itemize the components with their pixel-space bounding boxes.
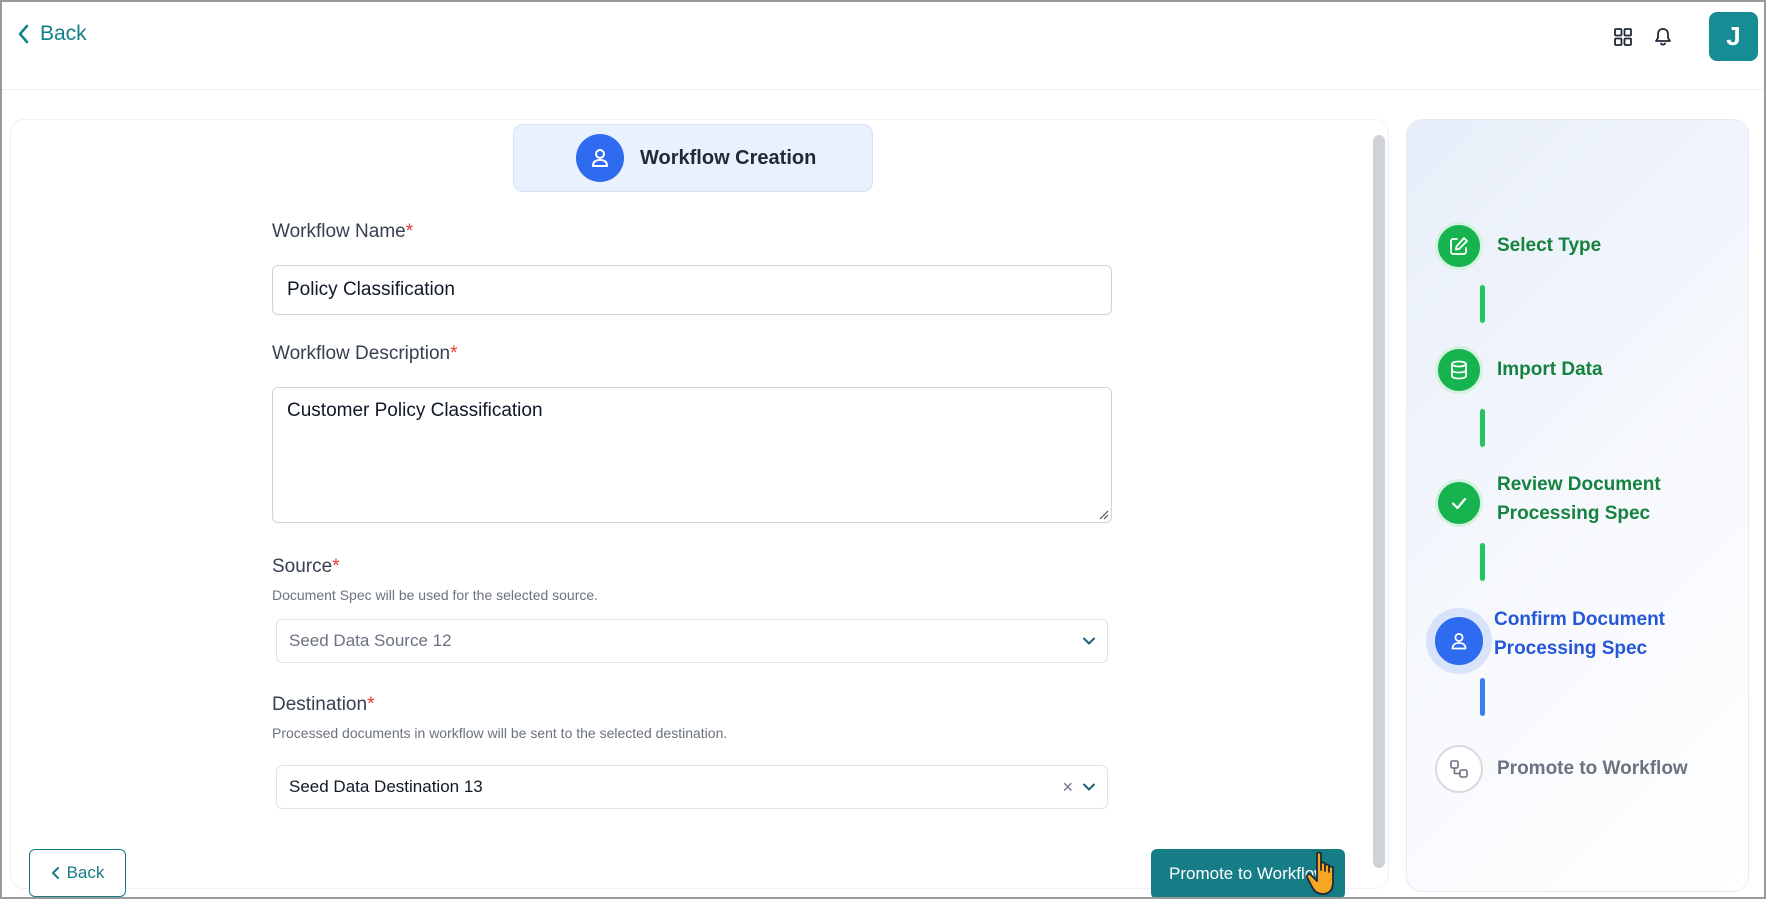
step-label-line: Processing Spec <box>1497 503 1651 524</box>
step-connector <box>1480 543 1485 581</box>
database-icon <box>1451 360 1467 380</box>
workflow-name-value: Policy Classification <box>287 279 455 300</box>
check-icon <box>1451 497 1467 510</box>
step-review-document-processing-spec[interactable]: Review Document Processing Spec <box>1435 474 1661 528</box>
user-avatar[interactable]: J <box>1709 12 1758 61</box>
app-window: Back J Workflow Creation Workflow Name* … <box>0 0 1766 899</box>
step-label: Review Document Processing Spec <box>1497 470 1661 528</box>
step-status-circle <box>1435 745 1483 793</box>
step-label-line: Processing Spec <box>1494 638 1648 659</box>
step-status-circle <box>1432 614 1486 668</box>
step-status-circle <box>1435 346 1483 394</box>
step-connector <box>1480 285 1485 323</box>
workflow-description-value: Customer Policy Classification <box>287 400 543 421</box>
destination-value: Seed Data Destination 13 <box>289 777 483 796</box>
chevron-left-icon <box>51 867 59 879</box>
source-select[interactable]: Seed Data Source 12 <box>276 619 1108 663</box>
source-placeholder: Seed Data Source 12 <box>289 631 452 650</box>
destination-label-text: Destination <box>272 694 368 715</box>
bell-icon[interactable] <box>1652 26 1674 48</box>
clear-icon[interactable]: × <box>1062 777 1073 798</box>
destination-label: Destination* <box>272 694 374 716</box>
step-label: Import Data <box>1497 355 1603 384</box>
step-label: Confirm Document Processing Spec <box>1494 605 1665 663</box>
step-label: Select Type <box>1497 231 1601 260</box>
section-icon-circle <box>576 134 624 182</box>
step-label-line: Import Data <box>1497 359 1603 380</box>
step-label-line: Confirm Document <box>1494 609 1665 630</box>
apps-grid-icon[interactable] <box>1612 26 1634 48</box>
edit-icon <box>1450 237 1468 255</box>
workflow-name-label: Workflow Name* <box>272 221 413 243</box>
promote-button-label: Promote to Workflow <box>1169 864 1327 883</box>
back-button-label: Back <box>66 863 105 882</box>
workflow-name-input[interactable]: Policy Classification <box>272 265 1112 315</box>
section-header: Workflow Creation <box>513 124 873 192</box>
workflow-description-label-text: Workflow Description <box>272 343 451 364</box>
chevron-left-icon <box>18 24 29 44</box>
step-label-line: Select Type <box>1497 235 1602 256</box>
workflow-icon <box>1450 760 1468 778</box>
step-confirm-document-processing-spec[interactable]: Confirm Document Processing Spec <box>1432 609 1665 668</box>
required-mark: * <box>367 694 375 715</box>
workflow-name-label-text: Workflow Name <box>272 221 406 242</box>
step-import-data[interactable]: Import Data <box>1435 346 1603 394</box>
form-scrollbar[interactable] <box>1373 135 1385 868</box>
user-icon <box>592 149 608 167</box>
step-label: Promote to Workflow <box>1497 754 1688 783</box>
header-back-label: Back <box>40 22 87 45</box>
workflow-description-textarea[interactable]: Customer Policy Classification <box>272 387 1112 523</box>
step-promote-to-workflow[interactable]: Promote to Workflow <box>1435 745 1688 793</box>
user-icon <box>1451 633 1467 650</box>
hand-cursor-icon <box>1305 851 1334 895</box>
chevron-down-icon[interactable] <box>1081 779 1097 795</box>
chevron-down-icon[interactable] <box>1081 633 1097 649</box>
step-connector <box>1480 409 1485 447</box>
required-mark: * <box>450 343 458 364</box>
step-select-type[interactable]: Select Type <box>1435 222 1601 270</box>
step-status-circle <box>1435 479 1483 527</box>
destination-hint: Processed documents in workflow will be … <box>272 725 728 741</box>
back-button[interactable]: Back <box>29 849 126 897</box>
source-label: Source* <box>272 556 340 578</box>
source-hint: Document Spec will be used for the selec… <box>272 587 599 603</box>
workflow-description-label: Workflow Description* <box>272 343 458 365</box>
step-label-line: Review Document <box>1497 474 1661 495</box>
source-label-text: Source <box>272 556 333 577</box>
top-header: Back J <box>2 2 1764 90</box>
required-mark: * <box>332 556 340 577</box>
section-title: Workflow Creation <box>640 146 817 169</box>
step-label-line: Promote to Workflow <box>1497 758 1688 779</box>
required-mark: * <box>405 221 414 242</box>
resize-grip-icon[interactable] <box>1097 508 1109 520</box>
destination-select[interactable]: Seed Data Destination 13 × <box>276 765 1108 809</box>
step-status-circle <box>1435 222 1483 270</box>
header-back-link[interactable]: Back <box>16 22 87 46</box>
step-connector <box>1480 678 1485 716</box>
